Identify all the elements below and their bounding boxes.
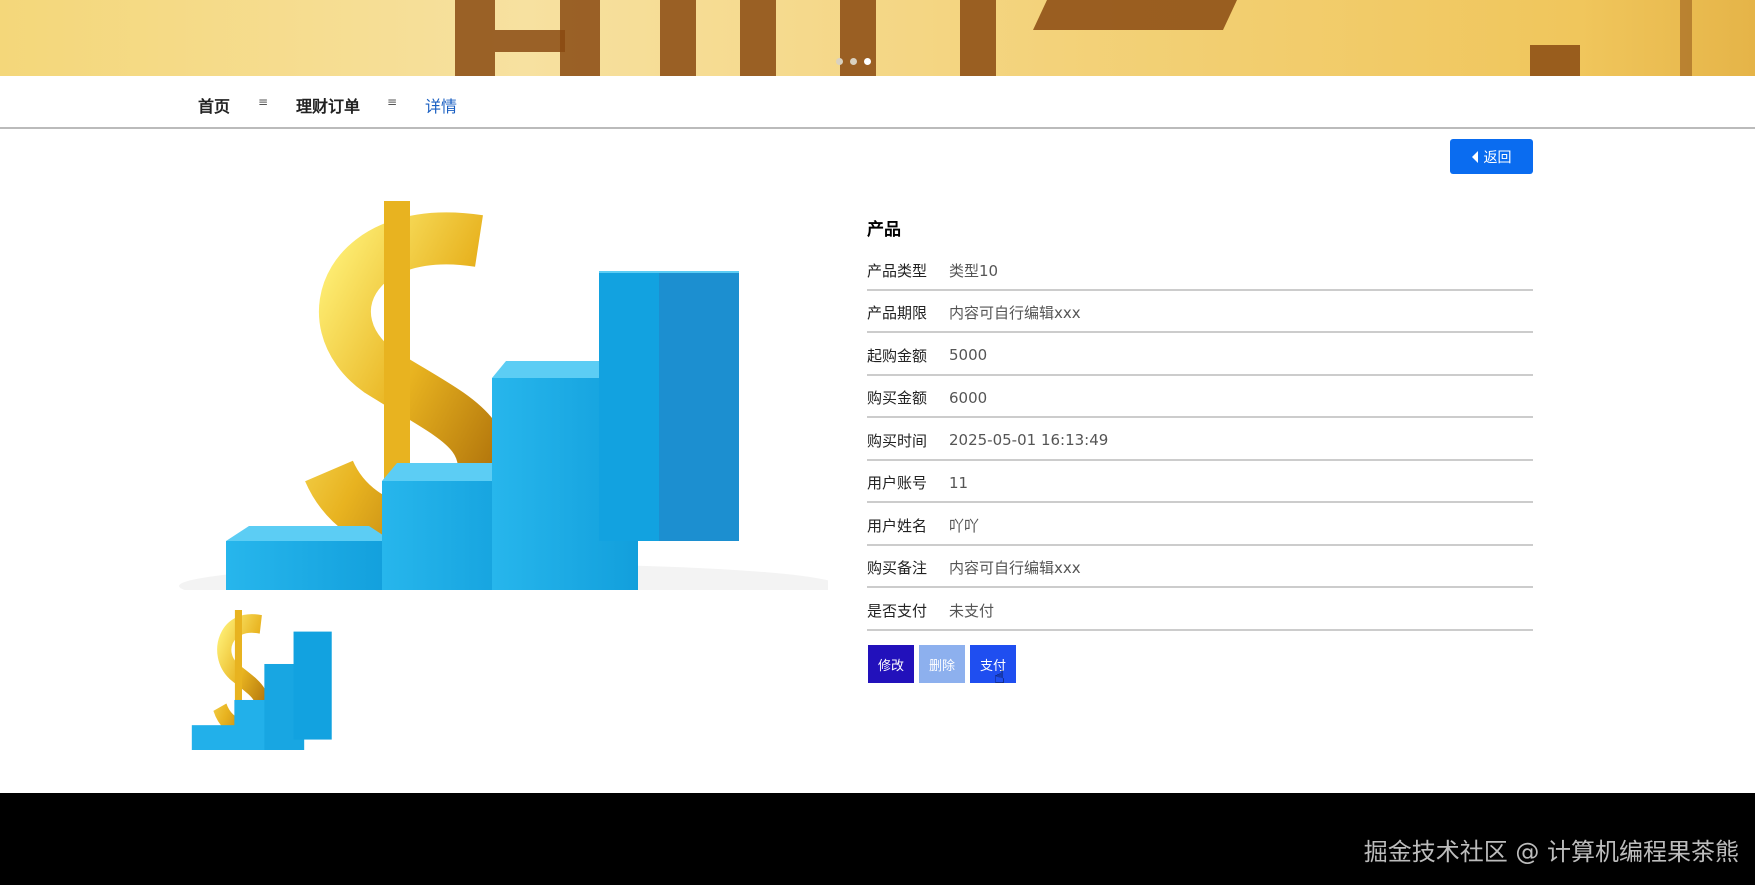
carousel-dots: [836, 58, 871, 65]
field-row: 购买备注 内容可自行编辑xxx: [867, 546, 1533, 588]
product-image: [179, 201, 828, 590]
field-value: 6000: [949, 388, 988, 407]
footer: 掘金技术社区 @ 计算机编程果茶熊: [0, 793, 1755, 885]
breadcrumb-separator: ≡: [387, 95, 398, 109]
carousel-dot[interactable]: [850, 58, 857, 65]
field-value: 吖吖: [949, 516, 980, 535]
detail-fields: 产品类型 类型10 产品期限 内容可自行编辑xxx 起购金额 5000 购买金额 600…: [867, 248, 1533, 631]
field-label: 购买备注: [867, 559, 928, 578]
field-row: 是否支付 未支付: [867, 588, 1533, 631]
field-value: 内容可自行编辑xxx: [949, 559, 1081, 578]
breadcrumb-home[interactable]: 首页: [198, 93, 230, 117]
hand-cursor-icon: ☝: [994, 667, 1005, 688]
field-value: 内容可自行编辑xxx: [949, 304, 1081, 323]
detail-title: 产品: [867, 220, 901, 240]
caret-left-icon: [1471, 150, 1478, 163]
field-label: 是否支付: [867, 601, 928, 620]
field-row: 用户账号 11: [867, 461, 1533, 503]
field-value: 11: [949, 473, 969, 492]
delete-button[interactable]: 删除: [919, 645, 965, 683]
back-button-label: 返回: [1483, 148, 1512, 165]
breadcrumb-orders[interactable]: 理财订单: [296, 93, 360, 117]
field-label: 用户账号: [867, 474, 928, 493]
back-button[interactable]: 返回: [1450, 139, 1533, 174]
pay-button[interactable]: 支付: [970, 645, 1016, 683]
field-row: 购买时间 2025-05-01 16:13:49: [867, 418, 1533, 461]
field-value: 5000: [949, 346, 988, 365]
field-row: 产品期限 内容可自行编辑xxx: [867, 291, 1533, 333]
carousel-dot[interactable]: [836, 58, 843, 65]
breadcrumb: 首页 ≡ 理财订单 ≡ 详情: [0, 76, 1755, 129]
field-label: 购买时间: [867, 431, 928, 450]
field-value: 类型10: [949, 261, 999, 280]
field-row: 起购金额 5000: [867, 333, 1533, 376]
field-label: 用户姓名: [867, 516, 928, 535]
breadcrumb-current: 详情: [425, 97, 458, 116]
field-row: 购买金额 6000: [867, 376, 1533, 418]
product-thumbnail[interactable]: [179, 610, 356, 750]
field-label: 起购金额: [867, 346, 928, 365]
field-row: 产品类型 类型10: [867, 248, 1533, 291]
breadcrumb-separator: ≡: [258, 95, 269, 109]
carousel-dot-active[interactable]: [864, 58, 871, 65]
field-row: 用户姓名 吖吖: [867, 503, 1533, 546]
field-label: 产品类型: [867, 261, 928, 280]
banner-carousel[interactable]: [0, 0, 1755, 76]
field-label: 产品期限: [867, 304, 928, 323]
field-value: 2025-05-01 16:13:49: [949, 431, 1109, 450]
watermark: 掘金技术社区 @ 计算机编程果茶熊: [1363, 838, 1739, 866]
edit-button[interactable]: 修改: [868, 645, 914, 683]
field-value: 未支付: [949, 601, 995, 620]
field-label: 购买金额: [867, 389, 928, 408]
